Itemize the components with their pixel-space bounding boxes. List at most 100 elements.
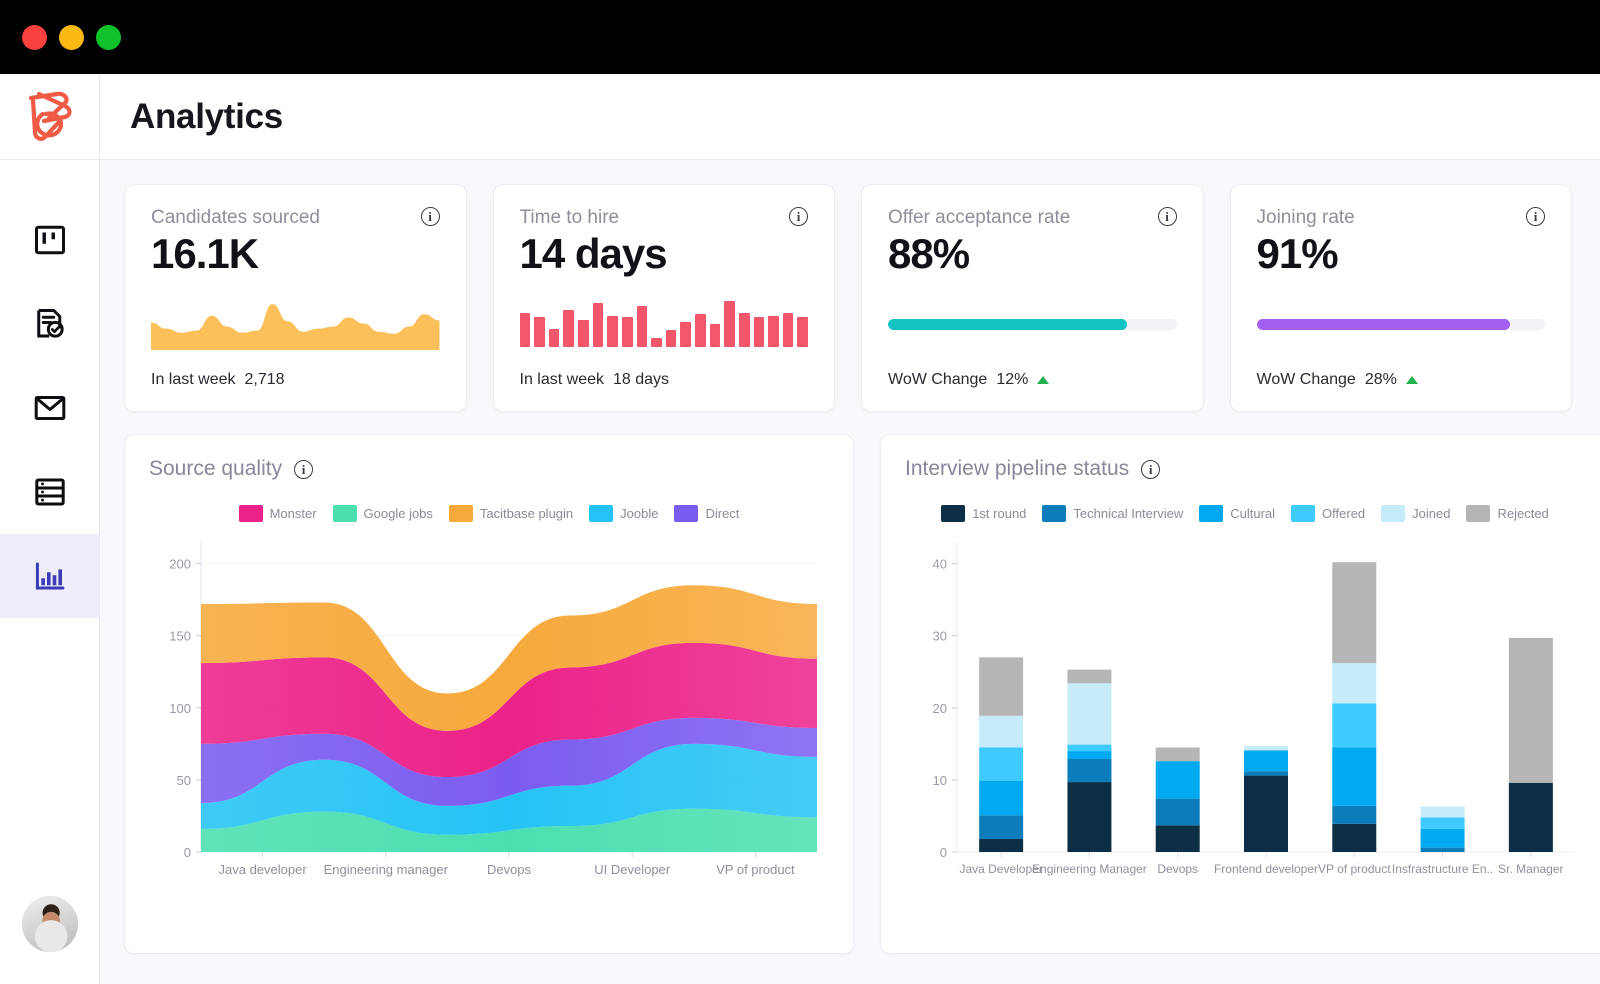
legend-swatch-icon <box>1042 505 1066 522</box>
progress-track <box>888 319 1177 330</box>
bar-sparkline-icon <box>520 301 809 347</box>
kpi-foot-value: 28% <box>1365 371 1397 389</box>
kpi-head: Candidates sourced i <box>151 207 440 229</box>
sparkline-bar <box>578 320 589 348</box>
info-icon[interactable]: i <box>789 207 808 226</box>
tacitbase-logo-icon <box>19 88 81 146</box>
sparkline-bar <box>622 317 633 347</box>
maximize-button[interactable] <box>96 25 121 50</box>
sparkline-bar <box>593 303 604 347</box>
legend-label: Technical Interview <box>1073 506 1183 521</box>
kpi-value: 91% <box>1257 231 1546 277</box>
kpi-foot-label: In last week <box>151 371 235 389</box>
legend-item[interactable]: Joined <box>1381 505 1450 522</box>
sidebar-nav <box>0 198 99 618</box>
user-profile[interactable] <box>0 896 99 952</box>
svg-text:UI Developer: UI Developer <box>594 862 671 877</box>
main-area: Analytics Candidates sourced i 16.1K <box>100 74 1600 984</box>
sparkline-bar <box>651 338 662 347</box>
legend-item[interactable]: Monster <box>239 505 317 522</box>
info-icon[interactable]: i <box>1158 207 1177 226</box>
avatar[interactable] <box>22 896 78 952</box>
chart-header: Interview pipeline status i <box>905 457 1585 481</box>
svg-text:Java developer: Java developer <box>219 862 308 877</box>
legend-label: Offered <box>1322 506 1365 521</box>
chart-legend: Monster Google jobs Tacitbase plugin Jooble… <box>149 505 829 522</box>
app-logo[interactable] <box>0 74 99 160</box>
close-button[interactable] <box>22 25 47 50</box>
svg-text:0: 0 <box>184 845 191 860</box>
info-icon[interactable]: i <box>1526 207 1545 226</box>
kpi-value: 14 days <box>520 231 809 277</box>
legend-item[interactable]: Offered <box>1291 505 1365 522</box>
sparkline-bar <box>724 301 735 347</box>
area-sparkline-icon <box>151 298 440 350</box>
svg-text:50: 50 <box>177 773 191 788</box>
legend-swatch-icon <box>239 505 263 522</box>
kpi-footer: WoW Change 28% <box>1257 371 1546 411</box>
sparkline-bar <box>768 316 779 347</box>
legend-item[interactable]: Google jobs <box>333 505 433 522</box>
sparkline-bar <box>710 324 721 347</box>
chart-legend: 1st round Technical Interview Cultural Offe… <box>905 505 1585 522</box>
legend-swatch-icon <box>589 505 613 522</box>
kpi-sparkline-area <box>151 277 440 371</box>
legend-label: Jooble <box>620 506 658 521</box>
legend-item[interactable]: Direct <box>674 505 739 522</box>
legend-item[interactable]: Technical Interview <box>1042 505 1183 522</box>
legend-label: Joined <box>1412 506 1450 521</box>
sparkline-bar <box>695 314 706 347</box>
sparkline-bar <box>666 330 677 347</box>
kpi-label: Offer acceptance rate <box>888 207 1070 229</box>
kpi-head: Offer acceptance rate i <box>888 207 1177 229</box>
kpi-foot-label: WoW Change <box>888 371 987 389</box>
sparkline-bar <box>549 329 560 347</box>
kpi-foot-value: 18 days <box>613 371 669 389</box>
kpi-card-candidates-sourced: Candidates sourced i 16.1K In last week … <box>124 184 467 412</box>
sidebar-item-analytics[interactable] <box>0 534 99 618</box>
svg-text:Insfrastructure En..: Insfrastructure En.. <box>1392 862 1493 876</box>
kpi-card-offer-acceptance-rate: Offer acceptance rate i 88% WoW Change 1… <box>861 184 1204 412</box>
progress-fill <box>888 319 1127 330</box>
legend-item[interactable]: 1st round <box>941 505 1026 522</box>
legend-item[interactable]: Rejected <box>1466 505 1548 522</box>
svg-text:150: 150 <box>169 629 191 644</box>
sidebar-item-requisitions[interactable] <box>0 282 99 366</box>
kpi-head: Time to hire i <box>520 207 809 229</box>
legend-item[interactable]: Jooble <box>589 505 658 522</box>
minimize-button[interactable] <box>59 25 84 50</box>
legend-label: Tacitbase plugin <box>480 506 573 521</box>
sparkline-bar <box>607 316 618 347</box>
kpi-footer: WoW Change 12% <box>888 371 1177 411</box>
kpi-progress <box>1257 277 1546 371</box>
legend-swatch-icon <box>674 505 698 522</box>
svg-text:200: 200 <box>169 557 191 572</box>
sparkline-bar <box>637 306 648 347</box>
legend-item[interactable]: Cultural <box>1199 505 1275 522</box>
legend-item[interactable]: Tacitbase plugin <box>449 505 573 522</box>
kpi-foot-value: 12% <box>996 371 1028 389</box>
trend-up-icon <box>1406 376 1418 384</box>
kpi-foot-value: 2,718 <box>244 371 284 389</box>
kpi-foot-label: WoW Change <box>1257 371 1356 389</box>
stacked-area-chart: 050100150200Java developerEngineering ma… <box>149 532 829 892</box>
info-icon[interactable]: i <box>421 207 440 226</box>
avatar-image <box>22 896 78 952</box>
kpi-card-time-to-hire: Time to hire i 14 days In last week 18 d… <box>493 184 836 412</box>
chart-row: Source quality i MonsterGoogle jobsTacit… <box>124 434 1572 954</box>
sidebar-item-database[interactable] <box>0 450 99 534</box>
svg-text:Engineering manager: Engineering manager <box>324 862 449 877</box>
sparkline-bar <box>534 317 545 347</box>
info-icon[interactable]: i <box>294 460 313 479</box>
mail-icon <box>32 390 68 426</box>
sidebar-item-inbox[interactable] <box>0 366 99 450</box>
svg-text:0: 0 <box>940 845 947 860</box>
legend-label: Monster <box>270 506 317 521</box>
svg-text:Sr. Manager: Sr. Manager <box>1498 862 1563 876</box>
info-icon[interactable]: i <box>1141 460 1160 479</box>
page-header: Analytics <box>100 74 1600 160</box>
sidebar-item-board[interactable] <box>0 198 99 282</box>
kpi-footer: In last week 2,718 <box>151 371 440 411</box>
window-titlebar <box>0 0 1600 74</box>
kpi-head: Joining rate i <box>1257 207 1546 229</box>
